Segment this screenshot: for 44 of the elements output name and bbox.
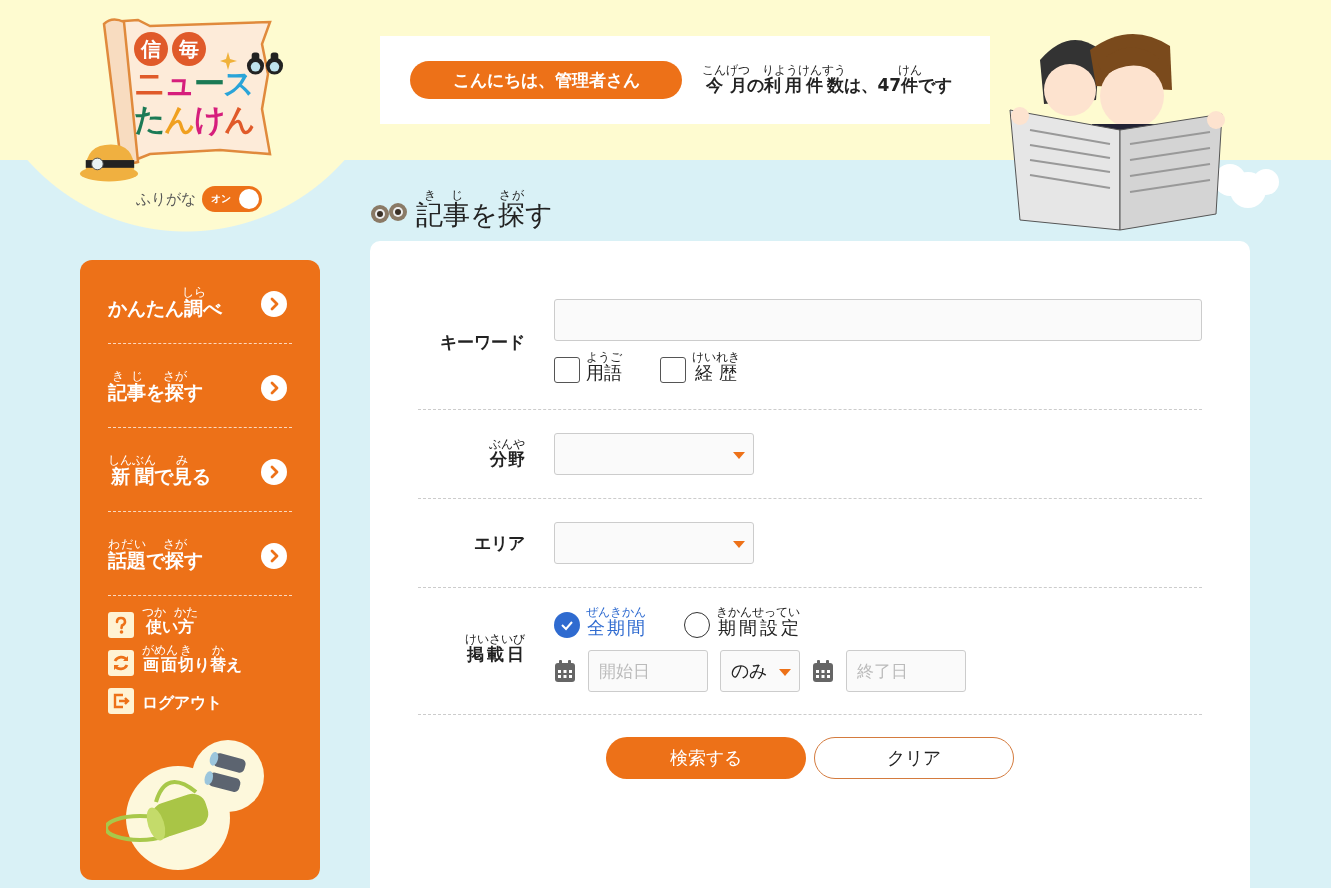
chevron-right-icon	[261, 290, 287, 317]
logo-title: ニュース	[134, 66, 254, 102]
logo-subtitle: たんけん	[134, 101, 255, 138]
sidebar-nav-item[interactable]: 話題 わだい で探 さが す	[108, 512, 292, 596]
question-mark-icon	[108, 612, 134, 638]
range-select[interactable]: のみ	[720, 650, 800, 693]
sidebar-link[interactable]: ログアウト	[108, 680, 292, 716]
checkbox-label: 用語 ようご	[586, 351, 622, 386]
field-label: 掲載日 けいさいび	[464, 632, 525, 666]
radio-button[interactable]	[554, 612, 580, 639]
clear-button[interactable]: クリア	[814, 737, 1014, 780]
chevron-right-icon	[261, 458, 287, 485]
usage-count-text: 今月 こんげつ の利用件数 りようけんすう は、47件 けん です	[702, 63, 953, 97]
start-date-input[interactable]: 開始日	[588, 650, 708, 693]
search-button[interactable]: 検索する	[606, 737, 806, 780]
end-date-input[interactable]: 終了日	[846, 650, 966, 693]
field-label: 分野 ぶんや	[488, 437, 525, 471]
greeting-badge: こんにちは、管理者さん	[410, 61, 682, 99]
field-label: エリア	[473, 531, 525, 555]
page-title: 記事 きじ を探 さが す	[370, 178, 1331, 234]
sidebar-link[interactable]: 画面 がめん 切 き り替 か え	[108, 642, 292, 678]
radio-label: 全期間 ぜんきかん	[586, 606, 646, 641]
refresh-icon	[108, 650, 134, 676]
logout-icon	[108, 688, 134, 714]
sidebar-link[interactable]: 使 つか い方 かた	[108, 604, 292, 640]
calendar-icon[interactable]	[554, 659, 576, 684]
sidebar-nav-item[interactable]: 新聞 しんぶん で見 み る	[108, 428, 292, 512]
checkbox-label: 経歴 けいれき	[692, 351, 740, 386]
chevron-right-icon	[261, 374, 287, 401]
field-label: キーワード	[439, 330, 525, 354]
furigana-label: ふりがな	[136, 189, 196, 209]
keyword-input[interactable]	[554, 299, 1202, 342]
logo[interactable]: 信 毎 ニュース たんけん	[78, 14, 300, 184]
checkbox[interactable]	[554, 357, 580, 384]
furigana-toggle[interactable]: オン	[202, 186, 262, 212]
calendar-icon[interactable]	[812, 659, 834, 684]
sidebar-nav-item[interactable]: かんたん調 しら べ	[108, 260, 292, 344]
radio-label: 期間設定 きかんせってい	[716, 606, 800, 641]
dropdown-caret-icon	[733, 452, 745, 460]
dropdown-caret-icon	[779, 669, 791, 677]
chevron-right-icon	[261, 542, 287, 569]
sidebar-nav-item[interactable]: 記事 きじ を探 さが す	[108, 344, 292, 428]
checkbox[interactable]	[660, 357, 686, 384]
dropdown-caret-icon	[733, 541, 745, 549]
